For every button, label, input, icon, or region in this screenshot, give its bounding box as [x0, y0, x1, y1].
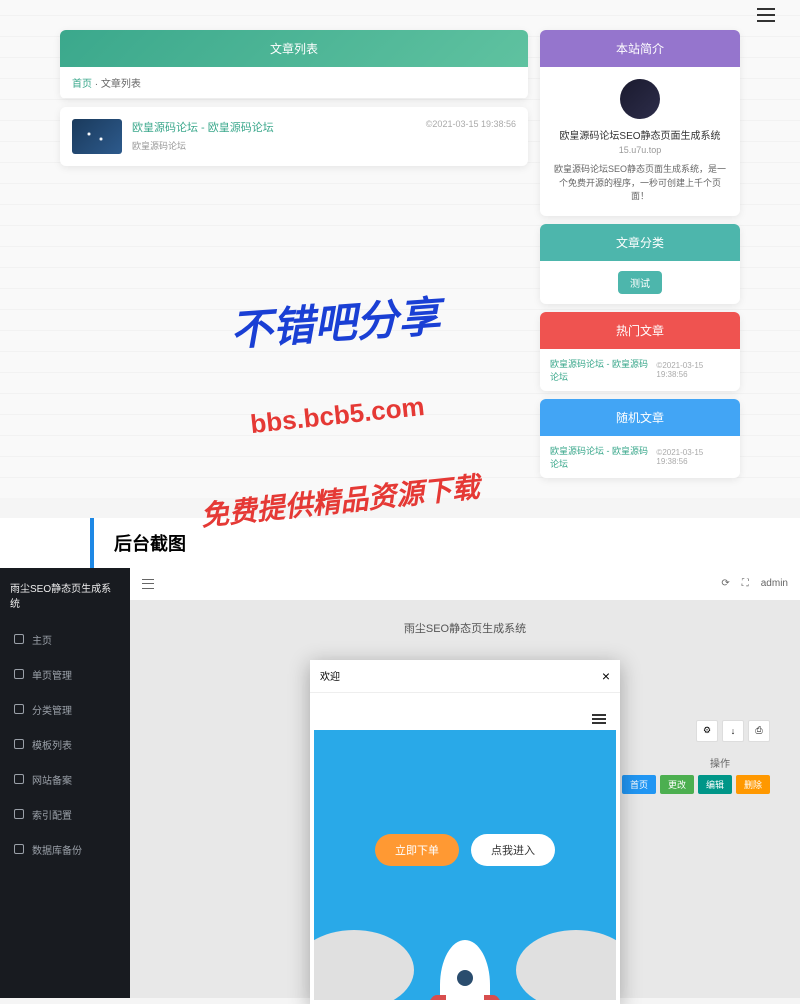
- category-icon: [14, 704, 24, 714]
- cloud-decoration: [516, 930, 616, 1000]
- tool-filter[interactable]: ⚙: [696, 720, 718, 742]
- intro-desc: 欧皇源码论坛SEO静态页面生成系统，是一个免费开源的程序，一秒可创建上千个页面！: [552, 163, 728, 204]
- refresh-icon[interactable]: ⟳: [721, 578, 729, 589]
- avatar: [620, 79, 660, 119]
- frontend-preview: 文章列表 首页 · 文章列表 欧皇源码论坛 - 欧皇源码论坛 欧皇源码论坛 ©2…: [0, 0, 800, 498]
- modal-title: 欢迎: [320, 668, 340, 683]
- intro-header: 本站简介: [540, 30, 740, 67]
- close-icon[interactable]: ×: [602, 668, 610, 684]
- random-date: ©2021-03-15 19:38:56: [656, 448, 730, 466]
- intro-card: 本站简介 欧皇源码论坛SEO静态页面生成系统 15.u7u.top 欧皇源码论坛…: [540, 30, 740, 216]
- sidebar-item-template[interactable]: 模板列表: [0, 727, 130, 762]
- page-icon: [14, 669, 24, 679]
- article-item[interactable]: 欧皇源码论坛 - 欧皇源码论坛 欧皇源码论坛 ©2021-03-15 19:38…: [60, 107, 528, 166]
- rocket-illustration: [440, 940, 490, 1000]
- db-icon: [14, 844, 24, 854]
- home-icon: [14, 634, 24, 644]
- admin-main: ⟳ ⛶ admin 雨尘SEO静态页生成系统 ⚙ ↓ ⎙ 操作 首页 更改 编辑…: [130, 568, 800, 998]
- modal-menu-icon[interactable]: [592, 714, 606, 724]
- order-button[interactable]: 立即下单: [375, 834, 459, 866]
- fullscreen-icon[interactable]: ⛶: [742, 578, 749, 589]
- sidebar-item-category[interactable]: 分类管理: [0, 692, 130, 727]
- sidebar-item-site[interactable]: 网站备案: [0, 762, 130, 797]
- admin-user[interactable]: admin: [761, 578, 788, 589]
- intro-domain: 15.u7u.top: [552, 145, 728, 155]
- sidebar-brand: 雨尘SEO静态页生成系统: [0, 568, 130, 622]
- site-icon: [14, 774, 24, 784]
- article-subtitle: 欧皇源码论坛: [132, 139, 416, 152]
- sidebar-item-page[interactable]: 单页管理: [0, 657, 130, 692]
- op-change[interactable]: 更改: [660, 775, 694, 794]
- article-list-header: 文章列表: [60, 30, 528, 67]
- template-icon: [14, 739, 24, 749]
- section-title: 后台截图: [90, 518, 710, 568]
- hot-date: ©2021-03-15 19:38:56: [656, 361, 730, 379]
- random-link[interactable]: 欧皇源码论坛 - 欧皇源码论坛: [550, 444, 656, 470]
- intro-title: 欧皇源码论坛SEO静态页面生成系统: [552, 127, 728, 142]
- op-label: 操作: [710, 755, 730, 770]
- hot-header: 热门文章: [540, 312, 740, 349]
- article-thumbnail: [72, 119, 122, 154]
- hot-card: 热门文章 欧皇源码论坛 - 欧皇源码论坛 ©2021-03-15 19:38:5…: [540, 312, 740, 391]
- article-date: ©2021-03-15 19:38:56: [426, 119, 516, 154]
- op-edit[interactable]: 编辑: [698, 775, 732, 794]
- admin-sidebar: 雨尘SEO静态页生成系统 主页 单页管理 分类管理 模板列表 网站备案 索引配置…: [0, 568, 130, 998]
- sidebar-item-index[interactable]: 索引配置: [0, 797, 130, 832]
- breadcrumb: 首页 · 文章列表: [60, 67, 528, 99]
- category-header: 文章分类: [540, 224, 740, 261]
- article-list-card: 文章列表 首页 · 文章列表: [60, 30, 528, 99]
- index-icon: [14, 809, 24, 819]
- welcome-modal: 欢迎 × 立即下单 点我进入: [310, 660, 620, 1004]
- random-card: 随机文章 欧皇源码论坛 - 欧皇源码论坛 ©2021-03-15 19:38:5…: [540, 399, 740, 478]
- op-delete[interactable]: 删除: [736, 775, 770, 794]
- hot-link[interactable]: 欧皇源码论坛 - 欧皇源码论坛: [550, 357, 656, 383]
- op-buttons: 首页 更改 编辑 删除: [622, 775, 770, 794]
- cloud-decoration: [314, 930, 414, 1000]
- op-home[interactable]: 首页: [622, 775, 656, 794]
- breadcrumb-current: 文章列表: [101, 79, 141, 90]
- panel-title: 雨尘SEO静态页生成系统: [150, 620, 780, 636]
- tool-print[interactable]: ⎙: [748, 720, 770, 742]
- menu-icon[interactable]: [757, 8, 775, 22]
- category-tag[interactable]: 测试: [618, 271, 662, 294]
- enter-button[interactable]: 点我进入: [471, 834, 555, 866]
- breadcrumb-home[interactable]: 首页: [72, 79, 92, 90]
- toolbar: ⚙ ↓ ⎙: [696, 720, 770, 742]
- tool-export[interactable]: ↓: [722, 720, 744, 742]
- category-card: 文章分类 测试: [540, 224, 740, 304]
- sidebar-item-db[interactable]: 数据库备份: [0, 832, 130, 867]
- sidebar-item-home[interactable]: 主页: [0, 622, 130, 657]
- admin-topbar: ⟳ ⛶ admin: [130, 568, 800, 600]
- admin-panel: 雨尘SEO静态页生成系统 主页 单页管理 分类管理 模板列表 网站备案 索引配置…: [0, 568, 800, 998]
- hamburger-icon[interactable]: [142, 579, 154, 589]
- article-title[interactable]: 欧皇源码论坛 - 欧皇源码论坛: [132, 119, 416, 135]
- random-header: 随机文章: [540, 399, 740, 436]
